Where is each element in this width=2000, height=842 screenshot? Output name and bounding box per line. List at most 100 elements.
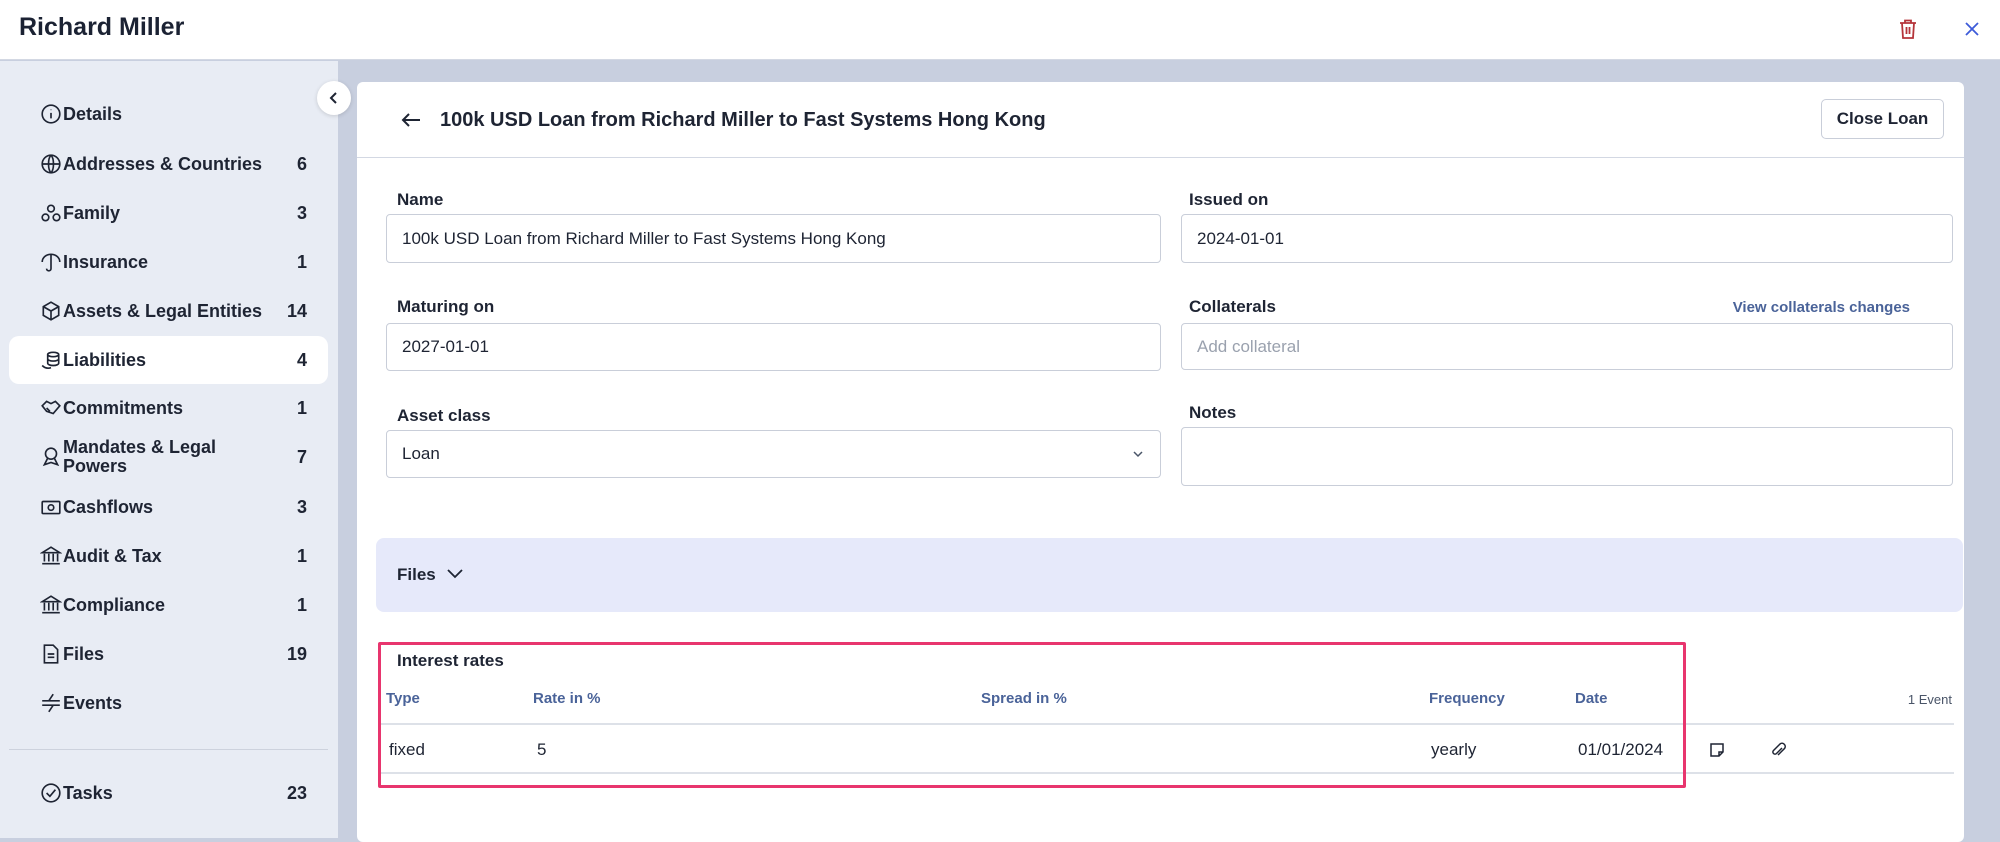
collaterals-label: Collaterals — [1189, 297, 1276, 316]
sidebar-item-assets-legal-entities[interactable]: Assets & Legal Entities 14 — [9, 287, 328, 335]
sidebar-item-label: Mandates & Legal Powers — [63, 437, 217, 476]
files-label: Files — [397, 565, 436, 584]
cell-type: fixed — [389, 740, 425, 759]
cell-rate: 5 — [537, 740, 547, 759]
name-label: Name — [397, 190, 444, 209]
delete-button[interactable] — [1894, 15, 1922, 43]
column-spread[interactable]: Spread in % — [981, 690, 1067, 707]
sidebar-item-events[interactable]: Events — [9, 679, 328, 727]
sidebar-item-count: 4 — [296, 349, 307, 370]
loan-detail-card: 100k USD Loan from Richard Miller to Fas… — [357, 82, 1964, 842]
sidebar-item-label: Files — [63, 643, 105, 664]
issued-on-label: Issued on — [1189, 190, 1269, 209]
sidebar-item-label: Assets & Legal Entities — [63, 300, 263, 321]
sidebar-item-addresses-countries[interactable]: Addresses & Countries 6 — [9, 140, 328, 188]
interest-rates-highlight — [378, 642, 1686, 788]
close-button[interactable] — [1958, 15, 1986, 43]
handshake-icon — [39, 396, 63, 420]
name-input[interactable]: 100k USD Loan from Richard Miller to Fas… — [386, 214, 1161, 263]
interest-rates-title: Interest rates — [397, 651, 504, 670]
sidebar-item-count: 1 — [296, 397, 307, 418]
sidebar-item-audit-tax[interactable]: Audit & Tax 1 — [9, 532, 328, 580]
sidebar-item-count: 3 — [296, 202, 307, 223]
maturing-on-label: Maturing on — [397, 297, 495, 316]
trash-icon — [1900, 19, 1916, 39]
file-icon — [39, 642, 63, 666]
sidebar-divider — [9, 749, 328, 750]
chevron-left-icon — [329, 92, 337, 104]
sidebar-item-label: Commitments — [63, 397, 184, 418]
sidebar-item-mandates-legal-powers[interactable]: Mandates & Legal Powers 7 — [9, 433, 328, 481]
sidebar-item-insurance[interactable]: Insurance 1 — [9, 238, 328, 286]
chevron-down-icon — [1133, 451, 1143, 458]
sidebar-item-count: 1 — [296, 545, 307, 566]
coins-icon — [39, 348, 63, 372]
sidebar-item-label: Addresses & Countries — [63, 153, 263, 174]
asset-class-select[interactable]: Loan — [386, 430, 1161, 478]
maturing-on-input[interactable]: 2027-01-01 — [386, 323, 1161, 371]
arrow-left-icon — [401, 113, 420, 127]
award-icon — [39, 445, 63, 469]
page-title: Richard Miller — [19, 13, 185, 41]
issued-on-input[interactable]: 2024-01-01 — [1181, 214, 1953, 263]
event-count: 1 Event — [1907, 692, 1952, 707]
view-collaterals-changes-link[interactable]: View collaterals changes — [1733, 299, 1910, 316]
sidebar-item-tasks[interactable]: Tasks 23 — [9, 769, 328, 817]
asset-class-value: Loan — [402, 444, 440, 463]
events-icon — [39, 691, 63, 715]
collapse-sidebar-button[interactable] — [317, 81, 351, 115]
check-circle-icon — [39, 781, 63, 805]
collaterals-input[interactable]: Add collateral — [1181, 323, 1953, 370]
bank-icon — [39, 544, 63, 568]
sidebar-item-details[interactable]: Details — [9, 90, 328, 138]
sidebar-item-commitments[interactable]: Commitments 1 — [9, 384, 328, 432]
table-header-divider — [381, 723, 1954, 725]
sidebar-item-label: Details — [63, 103, 123, 124]
notes-label: Notes — [1189, 403, 1237, 422]
paperclip-icon — [1772, 742, 1786, 756]
sidebar-item-count: 1 — [296, 594, 307, 615]
sidebar-item-count: 6 — [296, 153, 307, 174]
chevron-down-icon — [447, 569, 463, 579]
box-icon — [39, 299, 63, 323]
sidebar-item-compliance[interactable]: Compliance 1 — [9, 581, 328, 629]
column-frequency[interactable]: Frequency — [1429, 690, 1505, 707]
column-rate[interactable]: Rate in % — [533, 690, 601, 707]
sidebar-item-label: Family — [63, 202, 121, 223]
cell-frequency: yearly — [1431, 740, 1477, 759]
info-icon — [39, 102, 63, 126]
table-row-divider — [381, 772, 1954, 774]
sidebar-item-label: Cashflows — [63, 496, 154, 517]
sidebar-item-cashflows[interactable]: Cashflows 3 — [9, 483, 328, 531]
back-button[interactable] — [397, 106, 425, 134]
top-bar: Richard Miller — [0, 0, 2000, 60]
sidebar-item-count: 7 — [296, 446, 307, 467]
sidebar-item-label: Compliance — [63, 594, 166, 615]
sidebar-item-count: 19 — [286, 643, 307, 664]
sidebar-item-count: 14 — [286, 300, 307, 321]
sidebar-item-label: Tasks — [63, 782, 113, 803]
loan-title: 100k USD Loan from Richard Miller to Fas… — [440, 109, 1046, 131]
bank-icon — [39, 593, 63, 617]
column-date[interactable]: Date — [1575, 690, 1608, 707]
cell-date: 01/01/2024 — [1578, 740, 1664, 759]
sidebar-item-family[interactable]: Family 3 — [9, 189, 328, 237]
close-loan-button[interactable]: Close Loan — [1821, 99, 1944, 139]
note-icon — [1710, 743, 1724, 757]
asset-class-label: Asset class — [397, 406, 491, 425]
card-header: 100k USD Loan from Richard Miller to Fas… — [357, 82, 1964, 158]
notes-textarea[interactable] — [1181, 427, 1953, 486]
sidebar-item-liabilities[interactable]: Liabilities 4 — [9, 336, 328, 384]
attachment-button[interactable] — [1766, 738, 1790, 762]
sidebar: Details Addresses & Countries 6 Family 3 Insu… — [0, 61, 338, 838]
column-type[interactable]: Type — [386, 690, 420, 707]
banknote-icon — [39, 495, 63, 519]
umbrella-icon — [39, 250, 63, 274]
close-icon — [1965, 22, 1979, 36]
sidebar-item-count: 1 — [296, 251, 307, 272]
globe-icon — [39, 152, 63, 176]
sidebar-item-files[interactable]: Files 19 — [9, 630, 328, 678]
note-button[interactable] — [1705, 738, 1729, 762]
files-section-toggle[interactable]: Files — [376, 538, 1963, 612]
sidebar-item-label: Liabilities — [63, 349, 147, 370]
